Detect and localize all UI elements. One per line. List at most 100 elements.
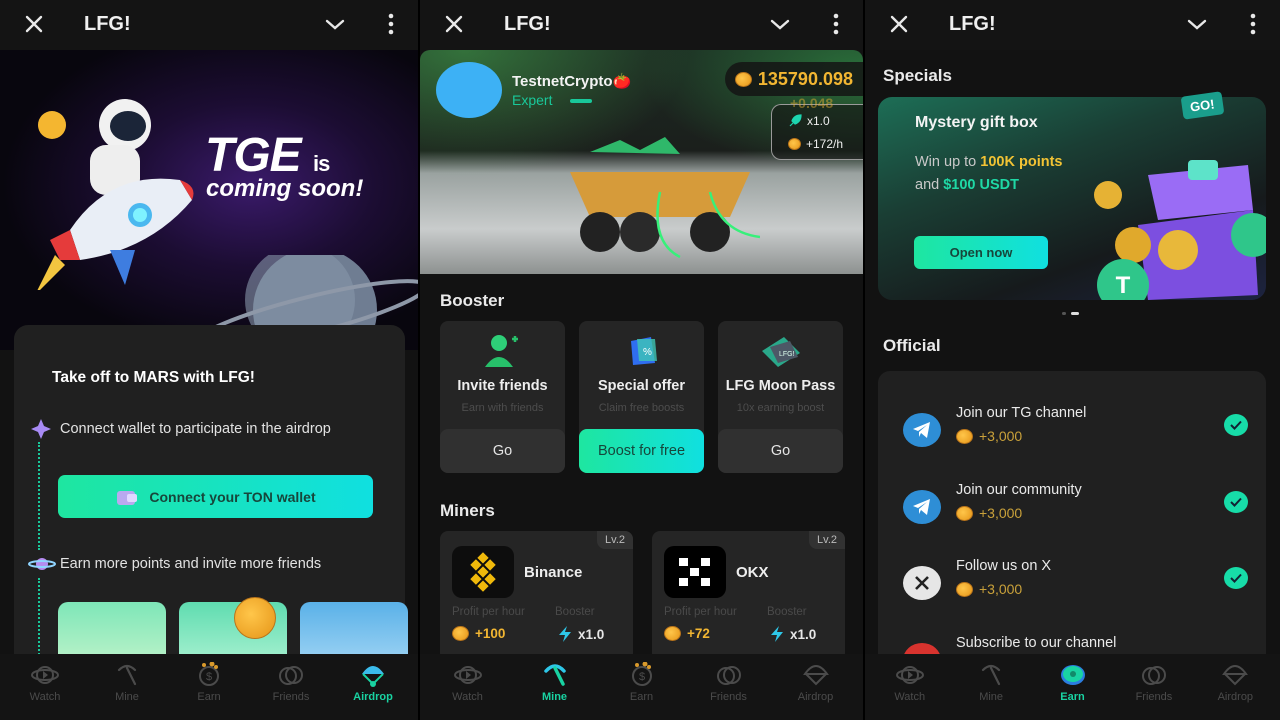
nav-airdrop[interactable]: Airdrop: [772, 654, 859, 720]
bolt-icon: [771, 626, 783, 642]
booster-value: x1.0: [558, 626, 604, 642]
nav-airdrop-label: Airdrop: [797, 691, 834, 703]
boost-for-free-button[interactable]: Boost for free: [579, 429, 704, 473]
coin-icon: [234, 597, 276, 639]
miner-level: Lv.2: [597, 531, 633, 549]
balance-value: 135790.098: [757, 68, 853, 89]
earn-tile-coin[interactable]: [179, 597, 287, 662]
parachute-icon: [802, 665, 829, 686]
timeline-line: [38, 442, 40, 550]
moon-pass-go-button[interactable]: Go: [718, 429, 843, 473]
user-avatar[interactable]: [436, 62, 502, 118]
earn-tile-watch[interactable]: [58, 602, 166, 662]
task-reward: +3,000: [956, 428, 1022, 444]
user-name: TestnetCrypto🍅: [512, 73, 632, 90]
pickaxe-icon: [543, 664, 566, 686]
top-bar: LFG!: [0, 0, 418, 50]
nav-mine[interactable]: Mine: [86, 654, 168, 720]
nav-earn[interactable]: Earn: [1032, 654, 1113, 720]
more-options-icon[interactable]: [829, 12, 843, 36]
nav-watch-label: Watch: [452, 691, 483, 703]
nav-watch-label: Watch: [894, 691, 926, 703]
miner-card-okx[interactable]: Lv.2 OKX Profit per hour Booster +72 x1.…: [652, 531, 845, 661]
nav-watch[interactable]: Watch: [424, 654, 511, 720]
planet-icon: [28, 558, 56, 570]
miners-section-title: Miners: [440, 501, 495, 520]
bottom-nav: Watch Mine $ Earn Friends Airdrop: [0, 654, 418, 720]
nav-mine-label: Mine: [115, 691, 139, 703]
wallet-icon: [117, 490, 138, 505]
task-name: Join our TG channel: [956, 405, 1087, 421]
special-title: Mystery gift box: [915, 114, 1038, 131]
booster-section-title: Booster: [440, 291, 505, 310]
hourly-rate: +172/h: [806, 137, 844, 151]
gift-box-illustration: T: [1094, 160, 1266, 300]
nav-friends-label: Friends: [710, 691, 747, 703]
invite-friends-icon: [485, 335, 518, 367]
official-section-title: Official: [883, 336, 941, 355]
earn-coin-icon: $: [199, 662, 219, 686]
okx-logo: [664, 546, 726, 598]
top-bar: LFG!: [865, 0, 1280, 50]
coin-icon: [734, 71, 752, 87]
connect-ton-wallet-button[interactable]: Connect your TON wallet: [58, 475, 373, 518]
chevron-down-icon[interactable]: [1186, 14, 1208, 34]
profit-value: +72: [664, 626, 710, 641]
svg-text:LFG!: LFG!: [779, 351, 795, 358]
carousel-indicator: [1062, 312, 1079, 315]
task-completed-check-icon: [1224, 491, 1248, 513]
astronaut-rocket-illustration: [37, 99, 194, 290]
mine-content: TestnetCrypto🍅 Expert 135790.098 +0.048 …: [420, 50, 863, 720]
nav-watch[interactable]: Watch: [869, 654, 950, 720]
nav-mine[interactable]: Mine: [950, 654, 1031, 720]
close-icon[interactable]: [887, 12, 911, 36]
miner-card-binance[interactable]: Lv.2 Binance Profit per hour Booster +10…: [440, 531, 633, 661]
svg-text:%: %: [643, 347, 652, 358]
booster-card-moon-pass: LFG! LFG Moon Pass 10x earning boost Go: [718, 321, 843, 473]
carousel-dot[interactable]: [1062, 312, 1066, 315]
close-icon[interactable]: [442, 12, 466, 36]
chevron-down-icon[interactable]: [769, 14, 791, 34]
nav-earn[interactable]: $ Earn: [168, 654, 250, 720]
booster-title: LFG Moon Pass: [725, 378, 836, 394]
watch-icon: [31, 666, 59, 684]
task-completed-check-icon: [1224, 414, 1248, 436]
task-reward: +3,000: [956, 581, 1022, 597]
telegram-icon: [903, 490, 941, 524]
nav-airdrop[interactable]: Airdrop: [1195, 654, 1276, 720]
nav-friends[interactable]: Friends: [250, 654, 332, 720]
open-now-button[interactable]: Open now: [914, 236, 1048, 269]
nav-friends[interactable]: Friends: [685, 654, 772, 720]
more-options-icon[interactable]: [384, 12, 398, 36]
task-follow-x[interactable]: Follow us on X +3,000: [878, 554, 1266, 624]
more-options-icon[interactable]: [1246, 12, 1260, 36]
svg-text:T: T: [1116, 272, 1131, 299]
chevron-down-icon[interactable]: [324, 14, 346, 34]
nav-friends[interactable]: Friends: [1113, 654, 1194, 720]
booster-card-invite-friends: Invite friends Earn with friends Go: [440, 321, 565, 473]
nav-airdrop[interactable]: Airdrop: [332, 654, 414, 720]
nav-mine-label: Mine: [979, 691, 1004, 703]
top-bar: LFG!: [420, 0, 863, 50]
mystery-gift-banner[interactable]: Mystery gift box Win up to 100K points a…: [878, 97, 1266, 300]
nav-mine[interactable]: Mine: [511, 654, 598, 720]
nav-watch[interactable]: Watch: [4, 654, 86, 720]
booster-subtitle: Claim free boosts: [598, 402, 685, 414]
user-rank: Expert: [512, 92, 553, 108]
x-icon: [903, 566, 941, 600]
boost-multiplier: x1.0: [807, 114, 830, 128]
invite-friends-go-button[interactable]: Go: [440, 429, 565, 473]
nav-mine-label: Mine: [541, 691, 568, 703]
earn-tile-invite[interactable]: [300, 602, 408, 662]
task-join-community[interactable]: Join our community +3,000: [878, 478, 1266, 548]
miner-level: Lv.2: [809, 531, 845, 549]
close-icon[interactable]: [22, 12, 46, 36]
carousel-dot-active[interactable]: [1071, 312, 1079, 315]
bottom-nav: Watch Mine $ Earn Friends Airdrop: [420, 654, 863, 720]
coin-icon: [956, 581, 973, 597]
booster-title: Invite friends: [457, 378, 548, 394]
nav-earn[interactable]: $ Earn: [598, 654, 685, 720]
miner-name: OKX: [736, 564, 769, 581]
pickaxe-icon: [117, 664, 137, 686]
task-join-tg-channel[interactable]: Join our TG channel +3,000: [878, 401, 1266, 471]
